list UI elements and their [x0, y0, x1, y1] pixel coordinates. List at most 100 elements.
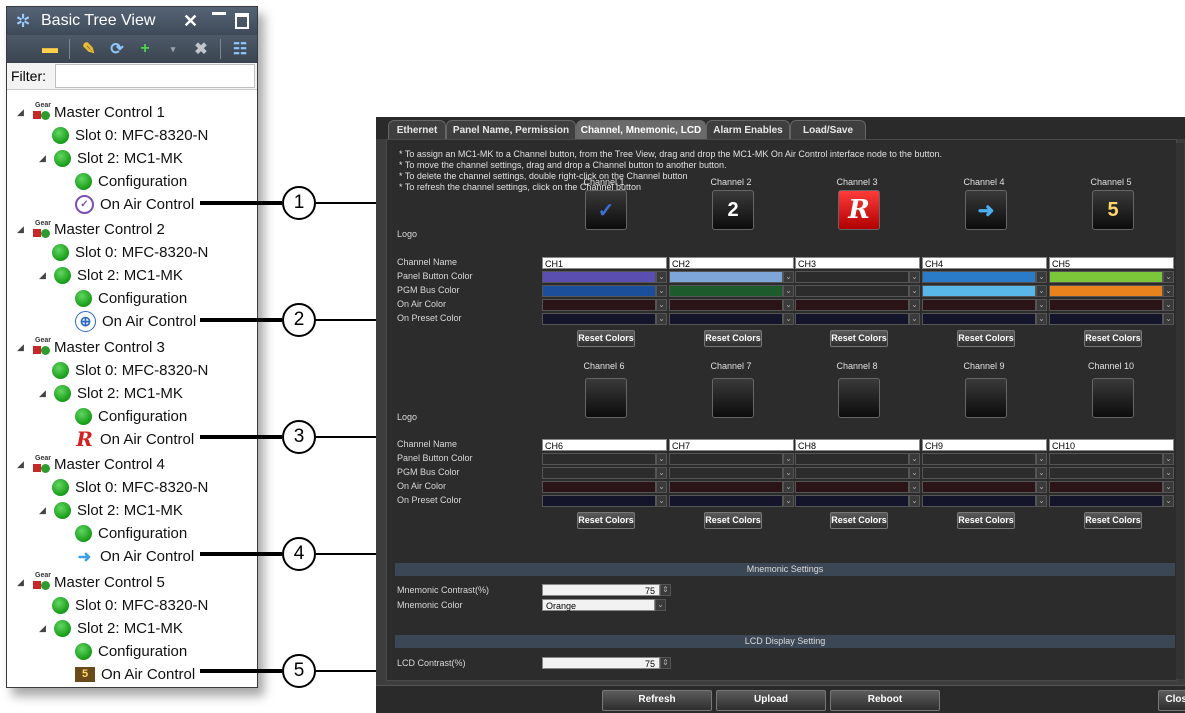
- tree-node-slot0[interactable]: Slot 0: MFC-8320-N: [52, 594, 208, 616]
- tree-node-configuration[interactable]: Configuration: [75, 288, 187, 310]
- mnemonic-contrast-spinner[interactable]: ⇕: [660, 584, 671, 596]
- panel-button-color-select[interactable]: [669, 271, 783, 283]
- channel-logo-button[interactable]: [1092, 378, 1134, 418]
- tree-node-slot2[interactable]: ◢ Slot 2: MC1-MK: [39, 265, 183, 287]
- on-preset-color-select[interactable]: [542, 313, 656, 325]
- pgm-bus-color-select[interactable]: [922, 467, 1036, 479]
- chevron-down-icon[interactable]: ⌄: [656, 495, 667, 507]
- tree-node-slot2[interactable]: ◢ Slot 2: MC1-MK: [39, 382, 183, 404]
- on-air-color-select[interactable]: [922, 481, 1036, 493]
- on-preset-color-select[interactable]: [795, 495, 909, 507]
- minimize-icon[interactable]: [212, 12, 226, 19]
- on-air-color-select[interactable]: [542, 481, 656, 493]
- expander-icon[interactable]: ◢: [39, 505, 49, 516]
- tree-node-slot2[interactable]: ◢ Slot 2: MC1-MK: [39, 147, 183, 169]
- pgm-bus-color-select[interactable]: [669, 285, 783, 297]
- tree-node-configuration[interactable]: Configuration: [75, 170, 187, 192]
- chevron-down-icon[interactable]: ⌄: [1036, 467, 1047, 479]
- reset-colors-button[interactable]: Reset Colors: [1084, 330, 1142, 347]
- channel-logo-button[interactable]: ✓: [585, 190, 627, 230]
- on-air-color-select[interactable]: [669, 481, 783, 493]
- save-icon[interactable]: ▬: [41, 40, 59, 58]
- chevron-down-icon[interactable]: ⌄: [1163, 313, 1174, 325]
- channel-name-input[interactable]: CH5: [1049, 257, 1174, 269]
- tree-node-slot0[interactable]: Slot 0: MFC-8320-N: [52, 124, 208, 146]
- mnemonic-color-select[interactable]: Orange: [542, 599, 655, 611]
- wand-icon[interactable]: ✎: [80, 40, 98, 58]
- pgm-bus-color-select[interactable]: [1049, 285, 1163, 297]
- chevron-down-icon[interactable]: ⌄: [656, 313, 667, 325]
- maximize-icon[interactable]: [235, 13, 249, 29]
- chevron-down-icon[interactable]: ⌄: [783, 271, 794, 283]
- channel-logo-button[interactable]: 5: [1092, 190, 1134, 230]
- chevron-down-icon[interactable]: ⌄: [909, 313, 920, 325]
- channel-name-input[interactable]: CH3: [795, 257, 920, 269]
- on-preset-color-select[interactable]: [669, 495, 783, 507]
- tree-node-master-control[interactable]: ◢ Gear Master Control 3: [17, 336, 165, 358]
- chevron-down-icon[interactable]: ⌄: [783, 299, 794, 311]
- on-air-color-select[interactable]: [1049, 299, 1163, 311]
- on-preset-color-select[interactable]: [1049, 495, 1163, 507]
- expander-icon[interactable]: ◢: [17, 107, 27, 118]
- chevron-down-icon[interactable]: ⌄: [1163, 271, 1174, 283]
- chevron-down-icon[interactable]: ⌄: [909, 495, 920, 507]
- tree-node-configuration[interactable]: Configuration: [75, 405, 187, 427]
- chevron-down-icon[interactable]: ⌄: [1163, 299, 1174, 311]
- mnemonic-contrast-input[interactable]: 75: [542, 584, 660, 596]
- chevron-down-icon[interactable]: ⌄: [1163, 495, 1174, 507]
- panel-button-color-select[interactable]: [669, 453, 783, 465]
- expander-icon[interactable]: ◢: [17, 342, 27, 353]
- chevron-down-icon[interactable]: ⌄: [656, 453, 667, 465]
- chevron-down-icon[interactable]: ⌄: [1163, 467, 1174, 479]
- chevron-down-icon[interactable]: ⌄: [783, 285, 794, 297]
- tree-node-slot0[interactable]: Slot 0: MFC-8320-N: [52, 477, 208, 499]
- channel-logo-button[interactable]: ➜: [965, 190, 1007, 230]
- chevron-down-icon[interactable]: ⌄: [1036, 285, 1047, 297]
- channel-logo-button[interactable]: [585, 378, 627, 418]
- chevron-down-icon[interactable]: ⌄: [1036, 271, 1047, 283]
- channel-logo-button[interactable]: R: [838, 190, 880, 230]
- chevron-down-icon[interactable]: ⌄: [909, 285, 920, 297]
- chevron-down-icon[interactable]: ⌄: [783, 313, 794, 325]
- chevron-down-icon[interactable]: ⌄: [909, 271, 920, 283]
- lcd-contrast-spinner[interactable]: ⇕: [660, 657, 671, 669]
- upload-button[interactable]: Upload: [716, 690, 826, 711]
- pgm-bus-color-select[interactable]: [1049, 467, 1163, 479]
- chevron-down-icon[interactable]: ⌄: [783, 453, 794, 465]
- panel-button-color-select[interactable]: [1049, 271, 1163, 283]
- tree-node-master-control[interactable]: ◢ Gear Master Control 4: [17, 454, 165, 476]
- tree-node-on-air-control[interactable]: R On Air Control: [75, 427, 194, 451]
- chevron-down-icon[interactable]: ⌄: [656, 299, 667, 311]
- pgm-bus-color-select[interactable]: [922, 285, 1036, 297]
- chevron-down-icon[interactable]: ⌄: [656, 481, 667, 493]
- expander-icon[interactable]: ◢: [17, 577, 27, 588]
- on-preset-color-select[interactable]: [669, 313, 783, 325]
- tree-node-configuration[interactable]: Configuration: [75, 523, 187, 545]
- channel-name-input[interactable]: CH10: [1049, 439, 1174, 451]
- chevron-down-icon[interactable]: ⌄: [1036, 453, 1047, 465]
- channel-name-input[interactable]: CH9: [922, 439, 1047, 451]
- chevron-down-icon[interactable]: ⌄: [656, 285, 667, 297]
- tree-node-on-air-control[interactable]: ⊕ On Air Control: [75, 311, 196, 333]
- on-preset-color-select[interactable]: [795, 313, 909, 325]
- tree-node-slot0[interactable]: Slot 0: MFC-8320-N: [52, 242, 208, 264]
- channel-logo-button[interactable]: 2: [712, 190, 754, 230]
- channel-name-input[interactable]: CH8: [795, 439, 920, 451]
- chevron-down-icon[interactable]: ⌄: [909, 453, 920, 465]
- on-air-color-select[interactable]: [542, 299, 656, 311]
- on-air-color-select[interactable]: [1049, 481, 1163, 493]
- on-preset-color-select[interactable]: [922, 495, 1036, 507]
- expander-icon[interactable]: ◢: [17, 459, 27, 470]
- filter-input[interactable]: [55, 64, 255, 88]
- delete-icon[interactable]: ✖: [192, 40, 210, 58]
- tree-node-master-control[interactable]: ◢ Gear Master Control 2: [17, 219, 165, 241]
- reset-colors-button[interactable]: Reset Colors: [830, 512, 888, 529]
- channel-logo-button[interactable]: [838, 378, 880, 418]
- chevron-down-icon[interactable]: ⌄: [1163, 481, 1174, 493]
- channel-name-input[interactable]: CH4: [922, 257, 1047, 269]
- close-icon[interactable]: ✕: [183, 11, 198, 32]
- expander-icon[interactable]: ◢: [39, 388, 49, 399]
- tree-node-configuration[interactable]: Configuration: [75, 640, 187, 662]
- tree-node-slot0[interactable]: Slot 0: MFC-8320-N: [52, 359, 208, 381]
- tree-node-master-control[interactable]: ◢ Gear Master Control 1: [17, 101, 165, 123]
